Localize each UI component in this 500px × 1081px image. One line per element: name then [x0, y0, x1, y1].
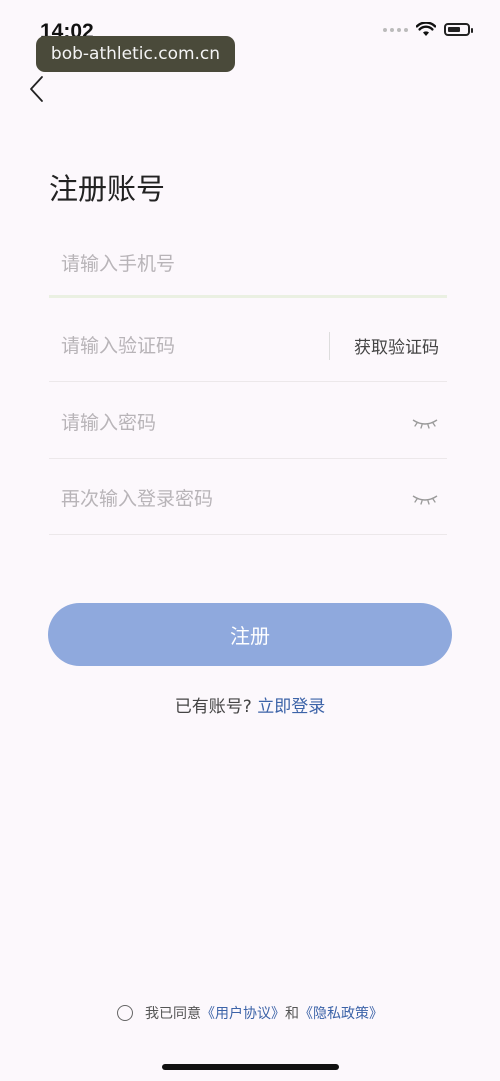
eye-closed-icon[interactable]: [411, 415, 439, 431]
confirm-password-field: [49, 463, 447, 535]
login-link[interactable]: 立即登录: [257, 697, 325, 717]
agree-prefix: 我已同意: [145, 1006, 201, 1022]
verification-code-field: 获取验证码: [49, 310, 447, 382]
register-button[interactable]: 注册: [48, 603, 452, 666]
battery-icon: [444, 23, 473, 36]
password-input[interactable]: [49, 402, 411, 443]
user-agreement-link[interactable]: 《用户协议》: [201, 1006, 285, 1022]
status-icons: [383, 22, 473, 37]
agreement-row: 我已同意《用户协议》和《隐私政策》: [0, 1003, 500, 1023]
eye-closed-icon[interactable]: [411, 491, 439, 507]
verification-code-input[interactable]: [49, 325, 329, 366]
phone-input[interactable]: [49, 243, 447, 284]
phone-field: [49, 232, 447, 298]
home-indicator: [162, 1064, 339, 1070]
page-title: 注册账号: [49, 172, 166, 206]
get-code-button[interactable]: 获取验证码: [354, 333, 439, 358]
password-field: [49, 387, 447, 459]
agree-radio[interactable]: [117, 1005, 133, 1021]
agree-and: 和: [285, 1006, 299, 1022]
wifi-icon: [416, 22, 436, 36]
login-prompt: 已有账号? 立即登录: [0, 692, 500, 717]
signal-icon: [383, 27, 408, 32]
chevron-left-icon: [30, 76, 43, 102]
back-button[interactable]: [26, 72, 54, 106]
privacy-policy-link[interactable]: 《隐私政策》: [299, 1006, 383, 1022]
confirm-password-input[interactable]: [49, 478, 411, 519]
have-account-text: 已有账号?: [174, 697, 252, 717]
divider: [329, 331, 330, 360]
url-badge: bob-athletic.com.cn: [36, 36, 235, 72]
